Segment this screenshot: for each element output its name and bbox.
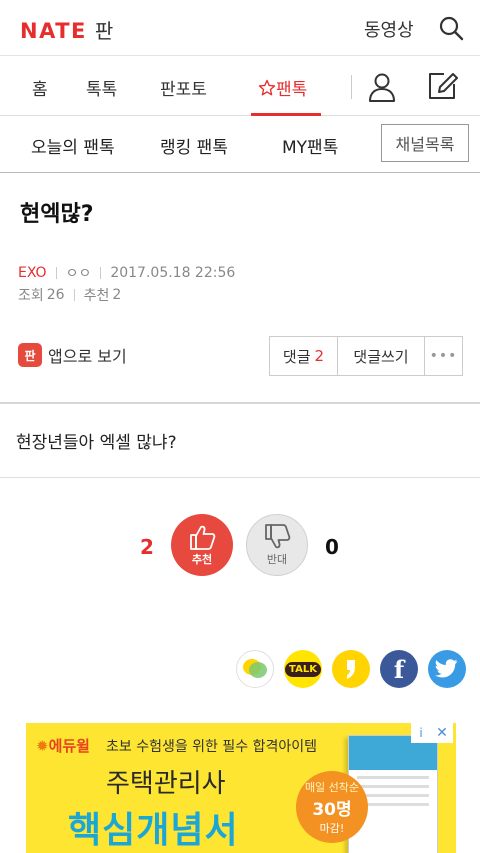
- nav-pannphoto[interactable]: 판포토: [160, 75, 207, 100]
- talk-icon-text: TALK: [285, 661, 321, 677]
- pann-app-icon: 판: [18, 343, 42, 367]
- write-icon[interactable]: [426, 70, 458, 102]
- views-label: 조회: [18, 288, 44, 304]
- nav-toktok[interactable]: 톡톡: [86, 75, 117, 100]
- nav-fantalk-label: 팬톡: [276, 80, 308, 100]
- ad-badge-bot: 마감!: [319, 821, 345, 835]
- post-category[interactable]: EXO: [18, 265, 47, 281]
- views-count: 26: [46, 287, 65, 303]
- nav-fantalk[interactable]: 팬톡: [258, 75, 307, 100]
- kakaostory-icon: [347, 660, 355, 679]
- share-twitter-button[interactable]: [428, 650, 466, 688]
- kakaotalk-icon: [243, 659, 267, 678]
- ad-brand: ✹에듀윌: [36, 735, 90, 756]
- logo-nate-text: NATE: [20, 19, 87, 43]
- write-comment-button[interactable]: 댓글쓰기: [337, 337, 424, 375]
- meta-separator: [73, 289, 75, 301]
- meta-separator: [100, 267, 102, 279]
- post-datetime: 2017.05.18 22:56: [110, 265, 236, 281]
- post-stats: 조회 26 추천 2: [18, 285, 121, 305]
- ad-title-line2: 핵심개념서: [68, 810, 239, 851]
- recommend-label: 추천: [83, 288, 110, 304]
- post-title: 현엑많?: [20, 202, 94, 227]
- ad-brand-name: 에듀윌: [48, 737, 90, 755]
- subnav-my-fantalk[interactable]: MY팬톡: [282, 133, 338, 158]
- comment-count-button[interactable]: 댓글 2: [270, 337, 337, 375]
- subnav-ranking-fantalk[interactable]: 랭킹 팬톡: [160, 133, 228, 158]
- nate-pann-logo[interactable]: NATE 판: [20, 15, 113, 44]
- ad-title-line1: 주택관리사: [106, 769, 226, 799]
- post-author: ㅇㅇ: [65, 266, 92, 282]
- downvote-label: 반대: [266, 552, 288, 566]
- logo-pann-text: 판: [94, 19, 114, 43]
- app-view-label: 앱으로 보기: [48, 347, 127, 366]
- facebook-icon: f: [393, 654, 405, 684]
- ad-info-icon[interactable]: i: [411, 723, 431, 743]
- star-icon: [258, 79, 276, 96]
- section-divider: [0, 477, 480, 478]
- thumbs-up-icon: [190, 525, 216, 550]
- ad-tagline: 초보 수험생을 위한 필수 합격아이템: [106, 739, 317, 755]
- share-facebook-button[interactable]: f: [380, 650, 418, 688]
- app-view-link[interactable]: 판 앱으로 보기: [18, 343, 127, 367]
- downvote-count: 0: [325, 535, 339, 559]
- share-kakaostory-button[interactable]: [332, 650, 370, 688]
- fantalk-subnav: 오늘의 팬톡 랭킹 팬톡 MY팬톡 채널목록: [0, 117, 480, 173]
- ad-close-icon[interactable]: ✕: [431, 723, 453, 743]
- user-icon[interactable]: [366, 71, 398, 103]
- nav-active-underline: [251, 113, 321, 116]
- comment-actions: 댓글 2 댓글쓰기 •••: [269, 336, 463, 376]
- thumbs-down-icon: [265, 523, 291, 548]
- comment-count: 2: [314, 347, 325, 365]
- ad-badge: 매일 선착순 30명 마감!: [296, 771, 368, 843]
- section-divider: [0, 402, 480, 404]
- upvote-count: 2: [140, 535, 154, 559]
- upvote-label: 추천: [191, 552, 213, 566]
- sun-icon: ✹: [36, 737, 49, 755]
- main-nav: 홈 톡톡 판포토 팬톡: [0, 57, 480, 116]
- post-body: 현장년들아 엑셀 많냐?: [16, 433, 177, 453]
- more-options-button[interactable]: •••: [424, 337, 462, 375]
- ad-banner[interactable]: ✹에듀윌 초보 수험생을 위한 필수 합격아이템 주택관리사 핵심개념서 매일 …: [26, 723, 456, 853]
- nav-divider: [351, 75, 352, 99]
- nav-home[interactable]: 홈: [32, 75, 48, 100]
- upvote-button[interactable]: 추천: [171, 514, 233, 576]
- twitter-icon: [435, 659, 458, 678]
- meta-separator: [55, 267, 57, 279]
- share-kakao-talk-button[interactable]: TALK: [284, 650, 322, 688]
- share-kakaotalk-button[interactable]: [236, 650, 274, 688]
- ad-badge-top: 매일 선착순: [304, 780, 360, 794]
- video-link[interactable]: 동영상: [364, 16, 414, 42]
- subnav-today-fantalk[interactable]: 오늘의 팬톡: [31, 133, 115, 158]
- downvote-button[interactable]: 반대: [246, 514, 308, 576]
- ad-badge-mid: 30명: [312, 799, 352, 820]
- post-meta: EXO ㅇㅇ 2017.05.18 22:56: [18, 263, 235, 283]
- comment-label: 댓글: [282, 347, 311, 366]
- recommend-count: 2: [112, 287, 122, 303]
- top-bar: NATE 판 동영상: [0, 0, 480, 56]
- search-icon[interactable]: [438, 15, 464, 41]
- channel-list-button[interactable]: 채널목록: [381, 124, 469, 162]
